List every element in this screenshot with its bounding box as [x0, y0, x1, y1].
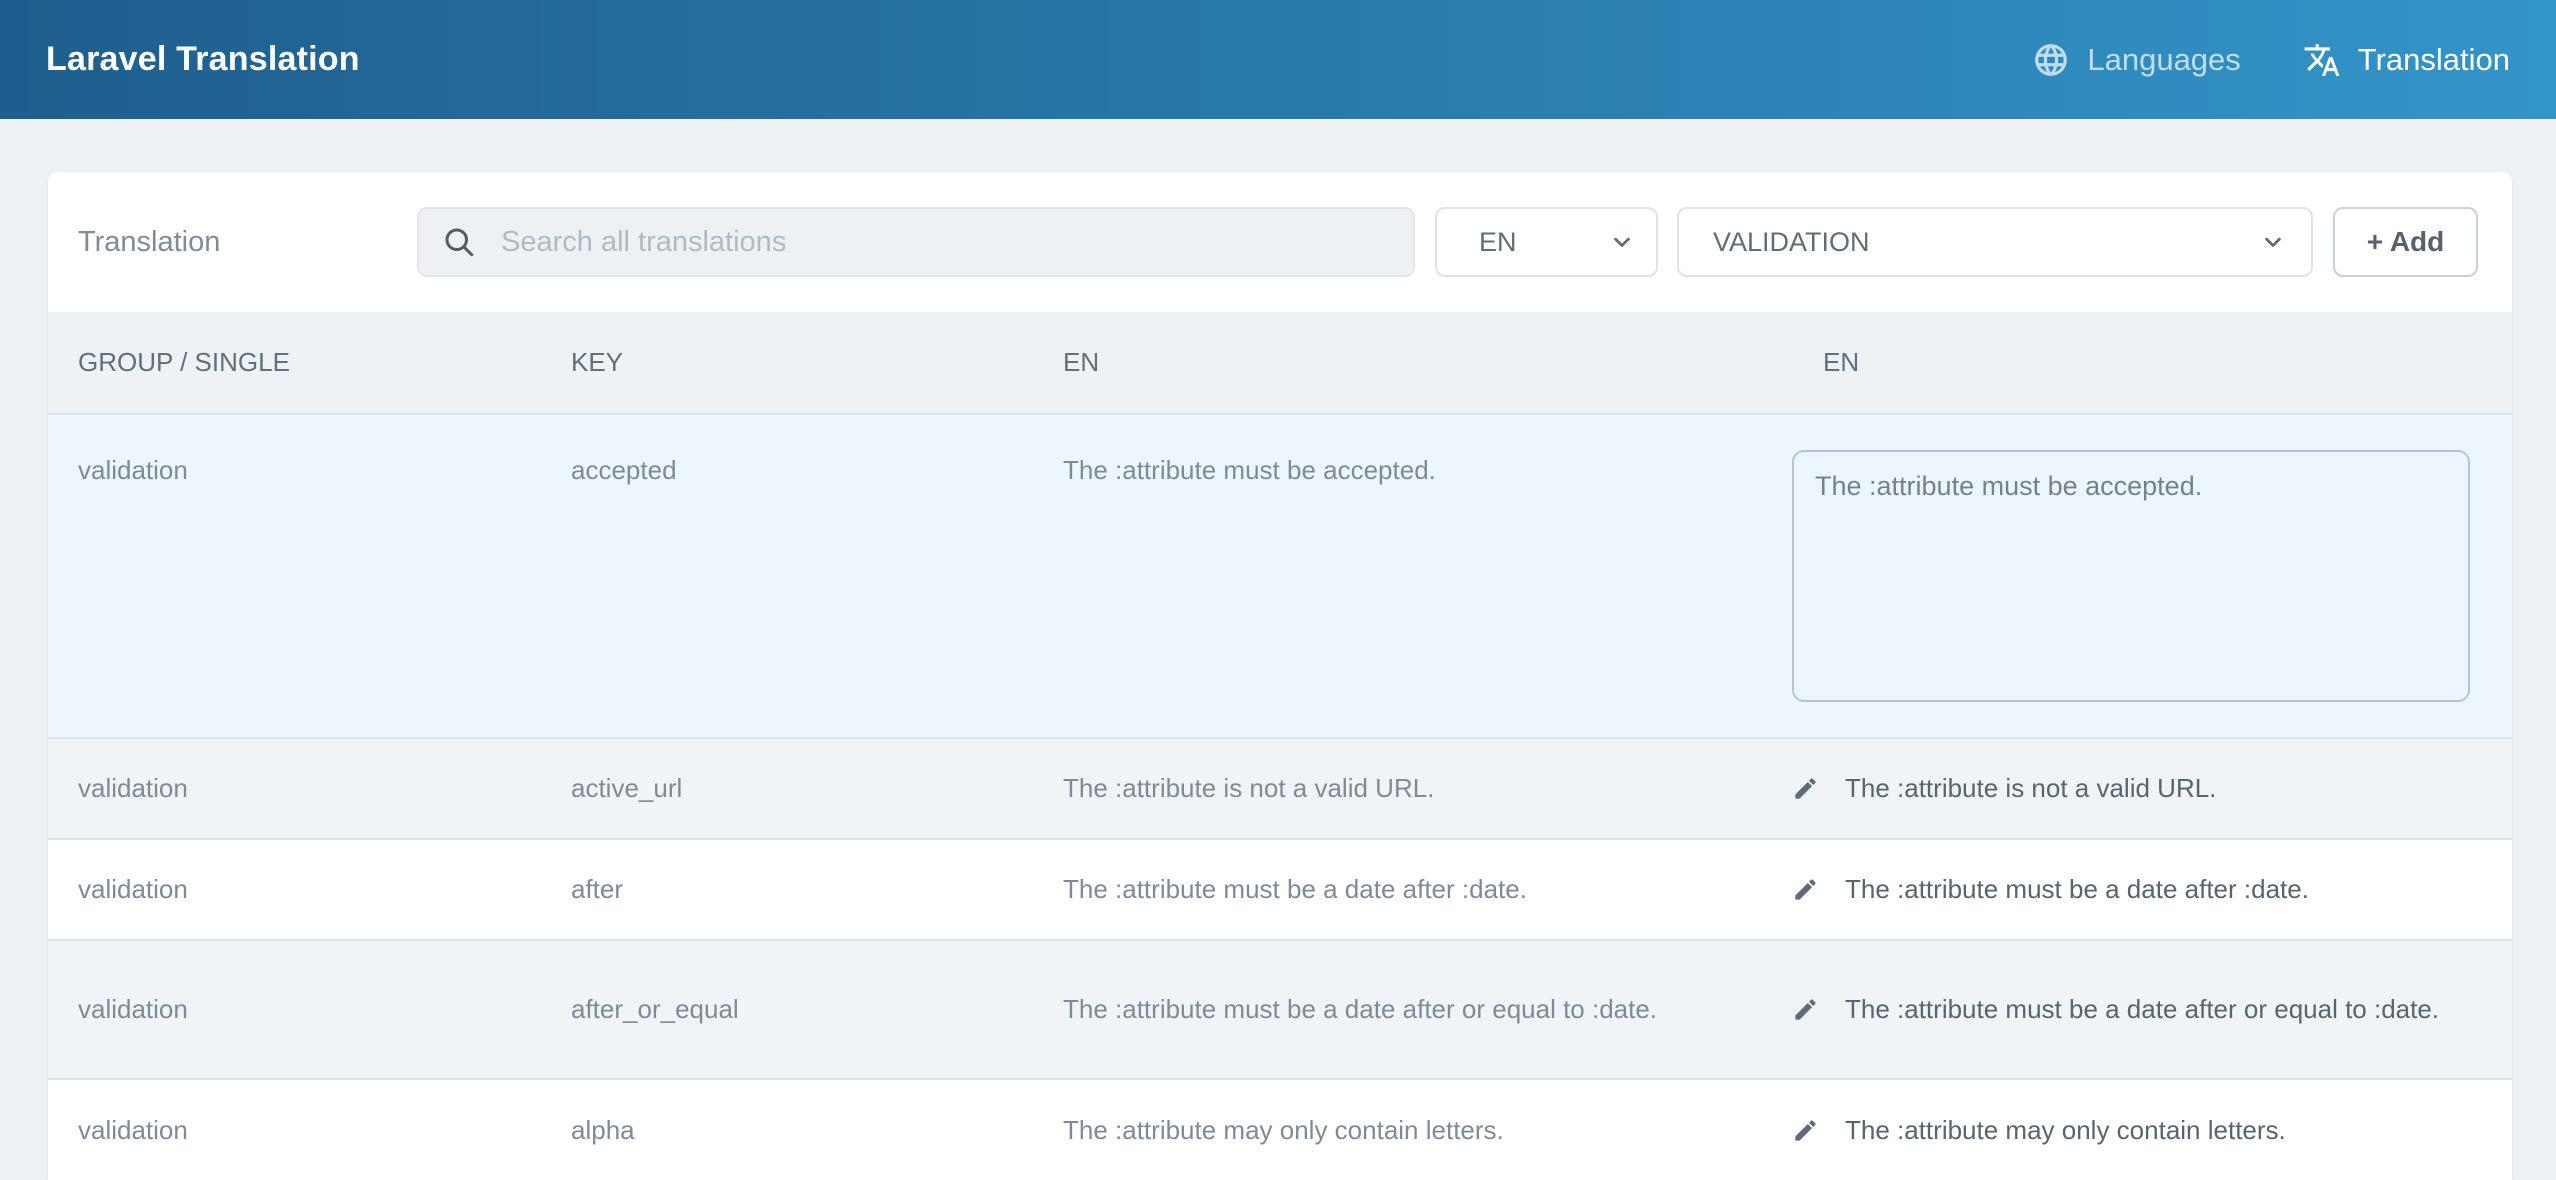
- cell-group: validation: [48, 991, 571, 1028]
- cell-group: validation: [48, 871, 571, 908]
- header-source-locale: EN: [1063, 347, 1792, 378]
- edit-pencil-icon[interactable]: [1792, 1117, 1819, 1144]
- table-header: GROUP / SINGLE KEY EN EN: [48, 312, 2512, 415]
- cell-source-text: The :attribute may only contain letters.: [1063, 1112, 1792, 1149]
- cell-translation[interactable]: The :attribute is not a valid URL.: [1792, 770, 2512, 807]
- translation-text: The :attribute must be a date after :dat…: [1845, 871, 2309, 908]
- locale-select[interactable]: EN: [1435, 207, 1658, 277]
- table-row: validation accepted The :attribute must …: [48, 415, 2512, 737]
- translate-icon: [2303, 41, 2341, 79]
- edit-pencil-icon[interactable]: [1792, 775, 1819, 802]
- cell-source-text: The :attribute is not a valid URL.: [1063, 770, 1792, 807]
- search-box: [417, 207, 1415, 277]
- translation-text: The :attribute is not a valid URL.: [1845, 770, 2216, 807]
- cell-translation[interactable]: The :attribute must be a date after or e…: [1792, 991, 2512, 1028]
- locale-select-value: EN: [1479, 227, 1517, 258]
- nav-link-languages[interactable]: Languages: [2032, 41, 2240, 79]
- app-title: Laravel Translation: [46, 40, 360, 79]
- cell-key: alpha: [571, 1112, 1063, 1149]
- table-row: validation after_or_equal The :attribute…: [48, 939, 2512, 1078]
- header-key: KEY: [571, 347, 1063, 378]
- globe-icon: [2032, 41, 2070, 79]
- cell-source-text: The :attribute must be a date after or e…: [1063, 991, 1792, 1028]
- navbar: Laravel Translation Languages Translatio…: [0, 0, 2556, 119]
- cell-source-text: The :attribute must be accepted.: [1063, 415, 1792, 489]
- search-icon: [441, 224, 477, 260]
- group-select-value: VALIDATION: [1713, 227, 1870, 258]
- cell-translation[interactable]: The :attribute must be a date after :dat…: [1792, 871, 2512, 908]
- cell-key: accepted: [571, 415, 1063, 489]
- translation-textarea[interactable]: The :attribute must be accepted.: [1792, 450, 2470, 702]
- cell-key: after: [571, 871, 1063, 908]
- nav-link-translation[interactable]: Translation: [2303, 41, 2510, 79]
- toolbar: Translation EN VALIDATION + Add: [48, 172, 2512, 312]
- header-group-single: GROUP / SINGLE: [48, 347, 571, 378]
- cell-key: active_url: [571, 770, 1063, 807]
- cell-translation[interactable]: The :attribute may only contain letters.: [1792, 1112, 2512, 1149]
- nav-link-label: Languages: [2087, 42, 2240, 78]
- cell-group: validation: [48, 415, 571, 489]
- translation-text: The :attribute must be a date after or e…: [1845, 991, 2439, 1028]
- edit-pencil-icon[interactable]: [1792, 876, 1819, 903]
- chevron-down-icon: [2259, 228, 2287, 256]
- chevron-down-icon: [1608, 228, 1636, 256]
- table-row: validation after The :attribute must be …: [48, 838, 2512, 939]
- cell-key: after_or_equal: [571, 991, 1063, 1028]
- search-input[interactable]: [499, 225, 1393, 260]
- table-row: validation alpha The :attribute may only…: [48, 1078, 2512, 1180]
- add-button[interactable]: + Add: [2333, 207, 2478, 277]
- cell-translation-editor: The :attribute must be accepted.: [1792, 415, 2512, 702]
- cell-group: validation: [48, 1112, 571, 1149]
- panel-title: Translation: [78, 226, 417, 259]
- header-target-locale: EN: [1792, 347, 2512, 378]
- nav-link-label: Translation: [2358, 42, 2510, 78]
- cell-group: validation: [48, 770, 571, 807]
- nav-links: Languages Translation: [2032, 41, 2510, 79]
- group-select[interactable]: VALIDATION: [1677, 207, 2313, 277]
- translation-panel: Translation EN VALIDATION + Add GROUP / …: [48, 172, 2512, 1180]
- translation-text: The :attribute may only contain letters.: [1845, 1112, 2286, 1149]
- edit-pencil-icon[interactable]: [1792, 996, 1819, 1023]
- table-row: validation active_url The :attribute is …: [48, 737, 2512, 838]
- cell-source-text: The :attribute must be a date after :dat…: [1063, 871, 1792, 908]
